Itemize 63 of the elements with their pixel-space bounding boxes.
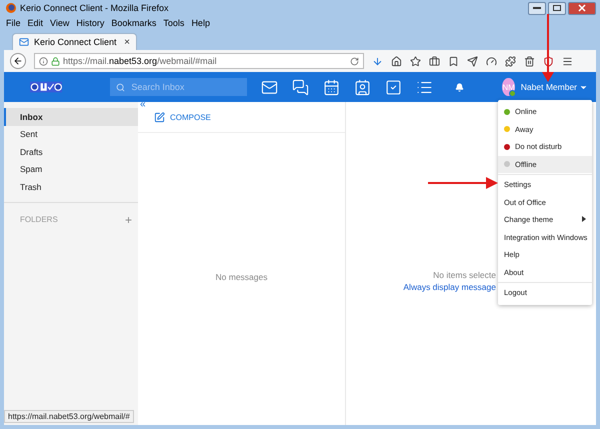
close-icon <box>578 4 586 12</box>
trash-icon[interactable] <box>524 56 535 66</box>
empty-preview-text: No items selecte <box>433 270 496 280</box>
firefox-icon <box>6 3 16 13</box>
send-icon[interactable] <box>467 56 478 66</box>
window-title: Kerio Connect Client - Mozilla Firefox <box>20 3 169 13</box>
sidebar-item[interactable]: Drafts <box>4 143 138 160</box>
sidebar-item[interactable]: Inbox <box>4 108 138 126</box>
menu-item[interactable]: View <box>50 18 70 28</box>
lock-icon <box>51 56 60 66</box>
download-arrow-icon[interactable] <box>372 56 383 66</box>
status-url: https://mail.nabet53.org/webmail/# <box>4 410 134 423</box>
close-icon[interactable]: × <box>124 36 130 48</box>
maximize-button[interactable] <box>548 2 566 14</box>
shield-icon[interactable] <box>543 56 554 66</box>
user-menu-button[interactable]: Nabet Member <box>520 82 588 92</box>
bookmark-icon[interactable] <box>448 56 459 66</box>
arrow-drawing <box>428 177 498 189</box>
submenu-arrow-icon <box>582 216 586 224</box>
bell-icon[interactable] <box>455 82 464 92</box>
compose-button[interactable]: COMPOSE <box>154 112 211 122</box>
menu-item[interactable]: Edit <box>28 18 44 28</box>
minimize-button[interactable] <box>528 2 546 14</box>
menu-icon[interactable] <box>562 56 573 66</box>
sidebar-item[interactable]: Spam <box>4 160 138 178</box>
home-icon[interactable] <box>391 56 402 66</box>
folders-heading: FOLDERS <box>20 215 58 224</box>
info-icon <box>39 56 48 66</box>
star-icon[interactable] <box>410 56 421 66</box>
url-text: https://mail.nabet53.org/webmail/#mail <box>63 56 218 66</box>
checkbox-icon[interactable] <box>385 78 402 96</box>
mail-icon[interactable] <box>261 78 278 96</box>
reload-icon[interactable] <box>350 56 359 66</box>
gauge-icon[interactable] <box>486 56 497 66</box>
contact-icon[interactable] <box>354 78 372 96</box>
search-icon <box>116 82 126 92</box>
briefcase-icon[interactable] <box>429 56 440 66</box>
menu-item[interactable]: File <box>6 18 21 28</box>
menu-item[interactable]: Tools <box>163 18 184 28</box>
menu-item[interactable]: History <box>76 18 104 28</box>
empty-message: No messages <box>216 272 268 282</box>
puzzle-icon[interactable] <box>505 56 516 66</box>
mail-icon <box>19 37 29 47</box>
back-button[interactable] <box>10 53 26 69</box>
browser-tab[interactable]: Kerio Connect Client × <box>12 33 137 50</box>
calendar-icon[interactable] <box>323 78 340 96</box>
menu-item[interactable]: Bookmarks <box>111 18 156 28</box>
address-field[interactable]: https://mail.nabet53.org/webmail/#mail <box>34 53 364 69</box>
sidebar-item[interactable]: Trash <box>4 178 138 196</box>
back-arrow-icon <box>13 56 23 66</box>
search-field[interactable]: Search Inbox <box>110 78 248 96</box>
collapse-button[interactable]: « <box>140 99 146 110</box>
tab-title: Kerio Connect Client <box>34 37 118 47</box>
sidebar-item[interactable]: Sent <box>4 126 138 143</box>
arrow-drawing <box>542 14 554 82</box>
search-input[interactable]: Search Inbox <box>131 82 242 92</box>
maximize-icon <box>553 5 561 11</box>
menu-item[interactable]: Help <box>191 18 210 28</box>
edit-icon <box>154 112 165 122</box>
chat-icon[interactable] <box>292 78 310 96</box>
display-message-link[interactable]: Always display message <box>403 282 496 292</box>
close-button[interactable] <box>568 2 596 14</box>
minimize-icon <box>533 6 541 10</box>
